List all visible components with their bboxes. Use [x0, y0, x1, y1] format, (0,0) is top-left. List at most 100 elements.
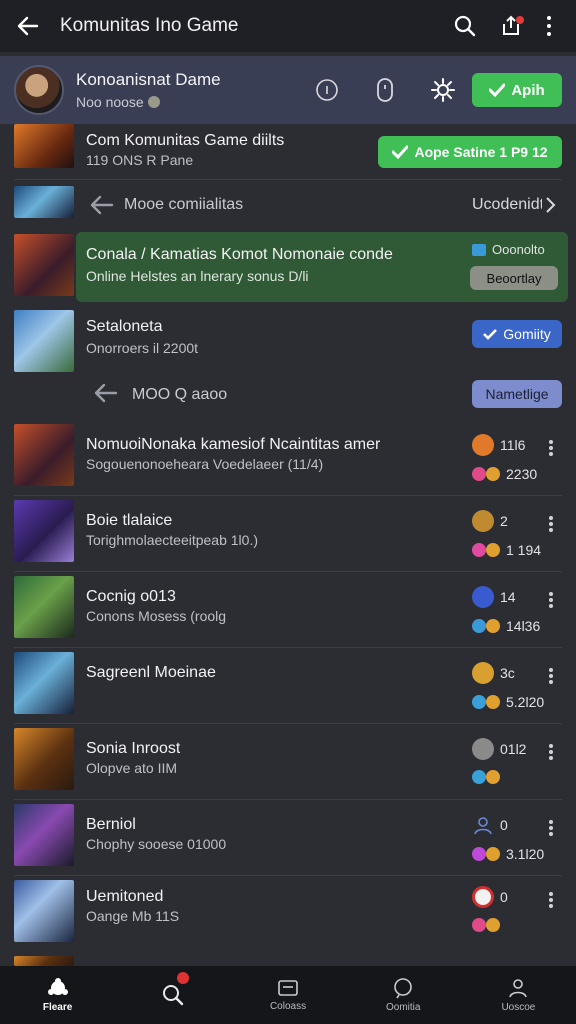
list-item-partial: [0, 956, 576, 966]
game-thumbnail: [14, 956, 74, 966]
list-item[interactable]: Boie tlalaice Torighmolaecteeitpeab 1l0.…: [0, 496, 576, 572]
game-thumbnail: [14, 880, 74, 942]
list-item-subtitle: Torighmolaecteeitpeab 1l0.): [86, 532, 258, 548]
search-button[interactable]: [442, 6, 488, 46]
game-thumbnail: [14, 234, 74, 296]
row-menu-button[interactable]: [544, 742, 558, 762]
nav-home-label: Fleare: [42, 1002, 73, 1013]
more-communities-label: Mooe comiialitas: [124, 196, 244, 213]
more-communities-row[interactable]: Mooe comiialitas Ucodenidt: [0, 180, 576, 230]
posts-stat: 5.2l20: [472, 694, 544, 710]
list-item-title: NomuoiNonaka kamesiof Ncaintitas amer: [86, 436, 381, 453]
bird-icon: [483, 329, 498, 340]
reaction-icon: [472, 770, 500, 784]
list-item[interactable]: NomuoiNonaka kamesiof Ncaintitas amer So…: [0, 420, 576, 496]
back-button[interactable]: [12, 10, 44, 42]
row-menu-button[interactable]: [544, 890, 558, 910]
nav-home[interactable]: Fleare: [0, 966, 115, 1024]
row-menu-button[interactable]: [544, 666, 558, 686]
avatar-icon: [472, 886, 494, 908]
reaction-icon: [472, 543, 500, 557]
list-item-title: Cocnig o013: [86, 588, 176, 605]
arrow-left-icon: [90, 195, 114, 215]
reaction-icon: [472, 695, 500, 709]
share-button[interactable]: [488, 6, 534, 46]
list-item-title: Conala / Kamatias Komot Nomonaie conde: [86, 246, 393, 263]
game-thumbnail: [14, 310, 74, 372]
kebab-icon: [547, 16, 551, 36]
search-icon: [162, 985, 183, 1006]
community-header: Konoanisnat Dame Noo noose Apih: [0, 56, 576, 124]
posts-stat: 1 194: [472, 542, 541, 558]
join-button-label: Aope Satine 1 P9 12: [414, 144, 548, 160]
subscribe-button[interactable]: Beoortlay: [470, 266, 558, 290]
list-item[interactable]: Berniol Chophy sooese 01000 0 3.1l20: [0, 800, 576, 876]
members-count: 0: [500, 889, 508, 905]
chevron-right-icon: [546, 197, 556, 213]
posts-stat: 3.1l20: [472, 846, 544, 862]
chat-icon: [394, 978, 413, 999]
apply-button-label: Apih: [511, 81, 545, 99]
list-item[interactable]: Com Komunitas Game diilts 119 ONS R Pane…: [0, 124, 576, 178]
manage-button[interactable]: Nametlige: [472, 380, 562, 408]
row-menu-button[interactable]: [544, 438, 558, 458]
app-bar: Komunitas Ino Game: [0, 0, 576, 52]
posts-count: 3.1l20: [506, 846, 545, 862]
list-item-title: Setaloneta: [86, 318, 163, 335]
settings-button[interactable]: [414, 70, 472, 110]
posts-stat: [472, 918, 506, 932]
avatar[interactable]: [14, 65, 64, 115]
nav-community[interactable]: Oomitia: [346, 966, 461, 1024]
list-item[interactable]: Setaloneta Onorroers il 2200t Gomiity: [0, 306, 576, 376]
list-item-title: Berniol: [86, 816, 136, 833]
nav-profile[interactable]: Uoscoe: [461, 966, 576, 1024]
members-count: 2: [500, 513, 508, 529]
bottom-nav: Fleare Coloass Oomitia Uoscoe: [0, 966, 576, 1024]
check-icon: [489, 83, 506, 97]
folder-icon: [278, 980, 298, 996]
avatar-icon: [472, 662, 494, 684]
page-title: Komunitas Ino Game: [60, 15, 239, 36]
community-name: Konoanisnat Dame: [76, 70, 221, 89]
arrow-left-icon: [17, 16, 39, 36]
avatar-icon: [472, 738, 494, 760]
game-thumbnail: [14, 576, 74, 638]
members-stat: 0: [472, 814, 508, 836]
row-menu-button[interactable]: [544, 818, 558, 838]
nav-classes[interactable]: Coloass: [230, 966, 345, 1024]
row-menu-button[interactable]: [544, 590, 558, 610]
posts-count: 1 194: [506, 542, 542, 558]
posts-count: 14l36: [506, 618, 541, 634]
nav-search[interactable]: [115, 966, 230, 1024]
list-item-subtitle: Oange Mb 11S: [86, 908, 180, 924]
info-button[interactable]: [298, 70, 356, 110]
more-menu-button[interactable]: [534, 6, 564, 46]
list-item-subtitle: Chophy sooese 01000: [86, 836, 227, 852]
list-item-title: Sagreenl Moeinae: [86, 664, 216, 681]
members-count: 01l2: [500, 741, 527, 757]
list-item[interactable]: Sonia Inroost Olopve ato IIM 01l2: [0, 724, 576, 800]
user-icon: [509, 979, 528, 998]
list-item[interactable]: Cocnig o013 Conons Mosess (roolg 14 14l3…: [0, 572, 576, 648]
members-stat: 0: [472, 886, 508, 908]
game-thumbnail: [14, 124, 74, 168]
tag-label-wrap: Ooonolto: [472, 242, 545, 257]
avatar-icon: [472, 586, 494, 608]
game-thumbnail: [14, 424, 74, 486]
members-count: 11l6: [500, 437, 526, 453]
row-menu-button[interactable]: [544, 514, 558, 534]
posts-stat: [472, 770, 506, 784]
members-count: 3c: [500, 665, 515, 681]
list-item[interactable]: Uemitoned Oange Mb 11S 0: [0, 876, 576, 952]
join-button[interactable]: Aope Satine 1 P9 12: [378, 136, 562, 168]
list-item[interactable]: Sagreenl Moeinae 3c 5.2l20: [0, 648, 576, 724]
list-item-subtitle: Sogouenonoeheara Voedelaeer (11/4): [86, 456, 324, 472]
section-row[interactable]: MOO Q aaoo Nametlige: [0, 376, 576, 418]
posts-stat: 2230: [472, 466, 537, 482]
list-item-title: Boie tlalaice: [86, 512, 173, 529]
list-item-subtitle: Onorroers il 2200t: [86, 340, 199, 356]
community-button[interactable]: Gomiity: [472, 320, 562, 348]
apply-button[interactable]: Apih: [472, 73, 562, 107]
controller-button[interactable]: [356, 70, 414, 110]
manage-button-label: Nametlige: [485, 386, 549, 402]
